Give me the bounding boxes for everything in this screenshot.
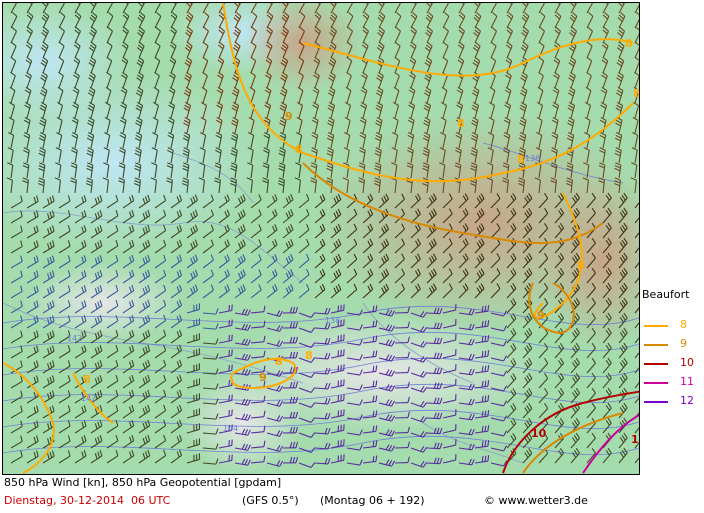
legend-item: 10 <box>644 356 702 370</box>
legend-item: 9 <box>644 337 702 351</box>
legend-item: 11 <box>644 375 702 389</box>
legend-swatch <box>644 344 668 346</box>
geopotential-label: 144 <box>223 424 238 433</box>
legend-label: 11 <box>680 375 694 388</box>
contour-label: 8 <box>633 87 639 100</box>
caption-model: (GFS 0.5°) <box>242 494 299 507</box>
geopotential-label: 136 <box>525 154 540 163</box>
contour-label: 8 <box>305 349 313 362</box>
contour-label: 10 <box>531 427 547 440</box>
caption-copyright: © www.wetter3.de <box>484 494 588 507</box>
legend-swatch <box>644 363 668 365</box>
legend-item: 8 <box>644 318 702 332</box>
contour-label: 8 <box>625 37 633 50</box>
contour-label: 9 <box>537 309 545 322</box>
legend-item: 12 <box>644 394 702 408</box>
contour-label: 8 <box>457 117 465 130</box>
geopotential-label: 142 <box>81 394 96 403</box>
contour-label: 1 <box>631 433 639 446</box>
caption-run: (Montag 06 + 192) <box>320 494 425 507</box>
legend-swatch <box>644 325 668 327</box>
geopotential-label: 142 <box>67 334 82 343</box>
legend-label: 12 <box>680 394 694 407</box>
contour-label: 8 <box>275 355 283 368</box>
map-caption: 850 hPa Wind [kn], 850 hPa Geopotential … <box>2 474 638 511</box>
contour-label: 8 <box>517 153 525 166</box>
weather-map: 8 9 8 8 8 8 8 9 8 9 8 8 10 1 142 142 144… <box>2 2 640 475</box>
legend-swatch <box>644 382 668 384</box>
contour-label: 8 <box>295 143 303 156</box>
caption-title: 850 hPa Wind [kn], 850 hPa Geopotential … <box>4 476 282 489</box>
legend-label: 8 <box>680 318 687 331</box>
contour-label: 8 <box>577 259 585 272</box>
caption-date: Dienstag, 30-12-2014 06 UTC <box>4 494 171 507</box>
contour-label: 8 <box>83 373 91 386</box>
geopotential-label: 138 <box>325 316 340 325</box>
contour-label: 9 <box>285 110 293 123</box>
legend-label: 9 <box>680 337 687 350</box>
legend-title: Beaufort <box>642 288 690 301</box>
contour-label: 9 <box>259 371 267 384</box>
map-canvas: 8 9 8 8 8 8 8 9 8 9 8 8 10 1 142 142 144… <box>3 3 639 474</box>
legend-label: 10 <box>680 356 694 369</box>
legend-swatch <box>644 401 668 403</box>
